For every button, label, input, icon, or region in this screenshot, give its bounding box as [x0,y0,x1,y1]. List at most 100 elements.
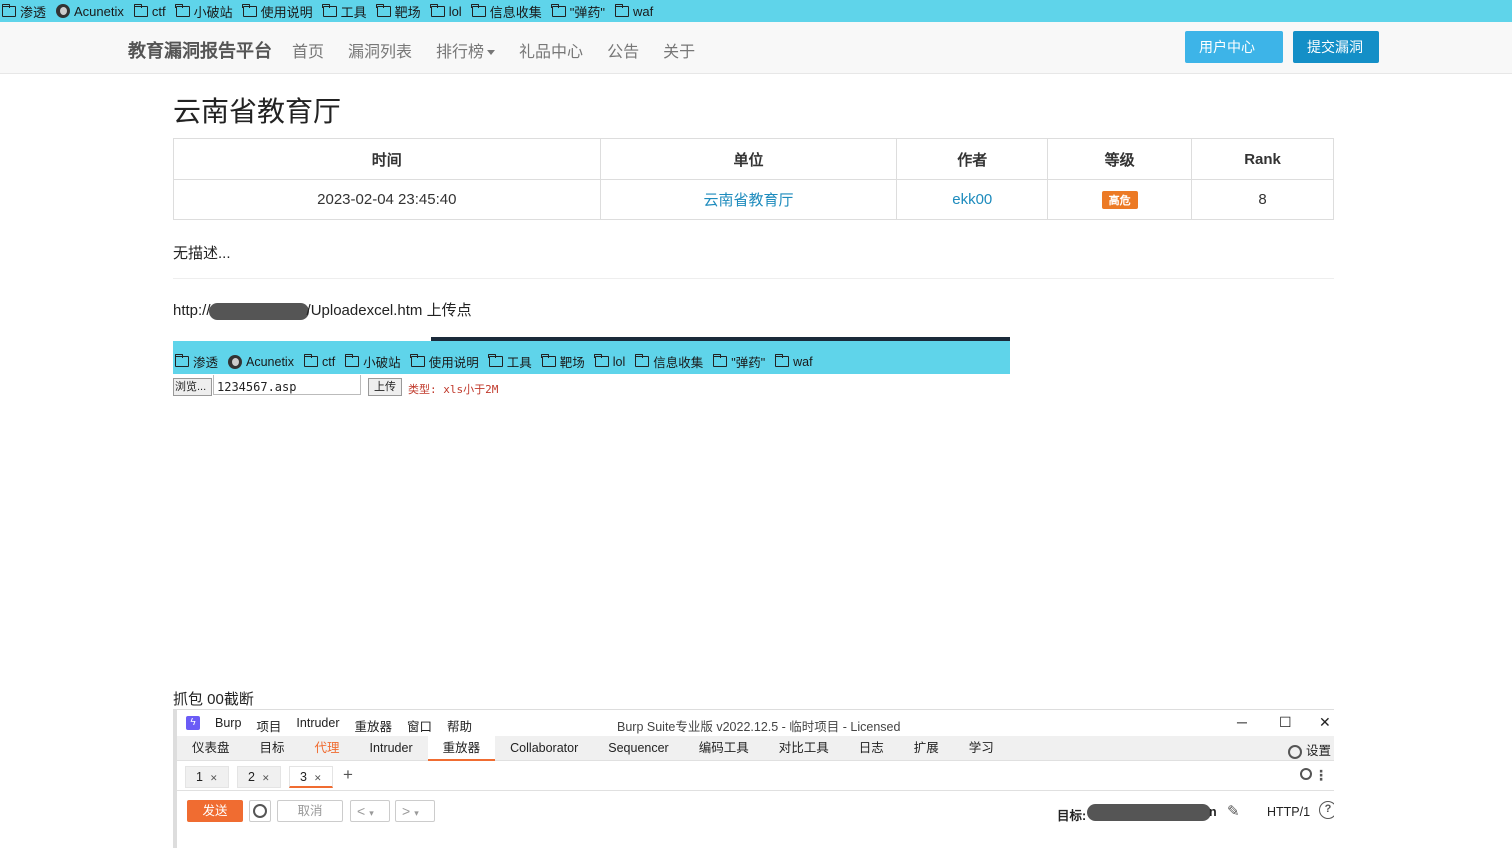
bookmark-label: 工具 [340,4,367,20]
tab-logger[interactable]: 日志 [844,736,899,761]
menu-repeater[interactable]: 重放器 [355,716,393,735]
bookmark-item[interactable]: ctf [302,354,343,369]
bookmark-item[interactable]: ctf [132,3,174,19]
repeater-tab-label: 3 [300,770,307,784]
tab-comparer[interactable]: 对比工具 [764,736,844,761]
author-link[interactable]: ekk00 [952,191,992,208]
repeater-tab-1[interactable]: 1 ✕ [185,766,229,788]
screenshot-bookmark-bar: 渗透 Acunetix ctf 小破站 使用说明 工具 靶场 lol 信息收集 "弹药" waf [173,341,1010,374]
bookmark-item[interactable]: 小破站 [343,352,409,371]
bookmark-label: 靶场 [394,4,421,20]
nav-gifts[interactable]: 礼品中心 [519,38,583,62]
bookmark-item[interactable]: Acunetix [54,4,132,19]
send-button[interactable]: 发送 [187,800,243,822]
bookmark-item[interactable]: waf [613,3,661,19]
submit-vuln-button[interactable]: 提交漏洞 [1293,31,1379,63]
menu-burp[interactable]: Burp [215,716,241,735]
folder-icon [242,3,257,17]
tab-target[interactable]: 目标 [245,736,300,761]
bookmark-item[interactable]: 信息收集 [633,352,711,371]
menu-window[interactable]: 窗口 [407,716,432,735]
bookmark-item[interactable]: 信息收集 [470,2,550,21]
bookmark-item[interactable]: 靶场 [375,2,429,21]
nav-vuln-list[interactable]: 漏洞列表 [348,38,412,62]
user-center-button[interactable]: 用户中心 [1185,31,1283,83]
unit-link[interactable]: 云南省教育厅 [703,192,793,209]
target-tail: n [1209,805,1217,819]
tab-repeater[interactable]: 重放器 [427,736,496,761]
upload-button[interactable]: 上传 [368,378,402,396]
tab-decoder[interactable]: 编码工具 [684,736,764,761]
report-info-table: 时间 单位 作者 等级 Rank 2023-02-04 23:45:40 云南省… [173,138,1334,220]
bookmark-item[interactable]: 使用说明 [409,352,487,371]
folder-icon [430,3,445,17]
tab-extensions[interactable]: 扩展 [899,736,954,761]
folder-icon [614,3,629,17]
cell-author: ekk00 [896,179,1049,220]
close-icon[interactable]: ✕ [262,773,270,783]
bookmark-item[interactable]: 使用说明 [241,2,321,21]
close-icon[interactable]: ✕ [1319,714,1331,731]
bookmark-item[interactable]: 工具 [321,2,375,21]
folder-icon [175,3,190,17]
bookmark-label: "弹药" [569,4,605,20]
tab-proxy[interactable]: 代理 [300,736,355,761]
bookmark-item[interactable]: 小破站 [174,2,241,21]
add-tab-icon[interactable]: + [343,765,353,785]
menu-intruder[interactable]: Intruder [296,716,339,735]
bookmark-label: lol [612,354,626,369]
menu-project[interactable]: 项目 [256,716,281,735]
bookmark-item[interactable]: 工具 [487,352,540,371]
col-level: 等级 [1047,138,1193,180]
more-options-icon[interactable]: ⋮ [1314,767,1328,784]
vuln-url-text: http:// /Uploadexcel.htm 上传点 [173,299,472,320]
bookmark-item[interactable]: "弹药" [711,352,773,371]
nav-ranking[interactable]: 排行榜 [436,38,496,62]
bookmark-item[interactable]: 靶场 [540,352,593,371]
nav-about[interactable]: 关于 [663,38,695,62]
redacted-target [1087,804,1211,821]
tab-sequencer[interactable]: Sequencer [593,736,683,761]
tab-intruder[interactable]: Intruder [355,736,428,761]
col-author: 作者 [896,138,1049,180]
edit-target-icon[interactable]: ✎ [1227,802,1240,820]
bookmark-label: 渗透 [193,356,219,370]
col-time: 时间 [173,138,601,180]
bookmark-item[interactable]: waf [773,354,820,369]
minimize-icon[interactable]: ─ [1237,714,1247,730]
http-version[interactable]: HTTP/1 [1267,805,1310,819]
bookmark-item[interactable]: lol [429,3,470,19]
bookmark-label: Acunetix [74,3,124,19]
close-icon[interactable]: ✕ [314,773,322,783]
send-config-button[interactable] [249,800,271,822]
nav-home[interactable]: 首页 [292,38,324,62]
bookmark-item[interactable]: 渗透 [173,352,226,371]
bookmark-label: lol [448,3,462,19]
repeater-tab-3[interactable]: 3 ✕ [289,766,333,788]
history-forward-button[interactable]: > ▾ [395,800,435,822]
tab-dashboard[interactable]: 仪表盘 [177,736,245,761]
file-name-field[interactable]: 1234567.asp [213,375,361,395]
maximize-icon[interactable]: ☐ [1279,714,1292,731]
history-back-button[interactable]: < ▾ [350,800,390,822]
tab-learn[interactable]: 学习 [954,736,1009,761]
bookmark-item[interactable]: Acunetix [226,354,302,369]
help-icon[interactable]: ? [1319,801,1334,819]
chevron-down-icon [487,50,496,56]
bookmark-item[interactable]: 渗透 [0,2,54,21]
folder-icon [712,354,728,367]
repeater-tab-2[interactable]: 2 ✕ [237,766,281,788]
search-icon[interactable] [1300,768,1312,780]
browse-button[interactable]: 浏览... [173,378,212,396]
site-brand[interactable]: 教育漏洞报告平台 [128,37,272,63]
tab-collaborator[interactable]: Collaborator [495,736,593,761]
cancel-button[interactable]: 取消 [277,800,343,822]
col-rank: Rank [1191,138,1334,180]
bookmark-item[interactable]: "弹药" [550,2,613,21]
close-icon[interactable]: ✕ [210,773,218,783]
bookmark-item[interactable]: lol [593,354,634,369]
folder-icon [303,354,318,367]
nav-notice[interactable]: 公告 [607,38,639,62]
menu-help[interactable]: 帮助 [447,716,472,735]
settings-button[interactable]: 设置 [1287,740,1331,759]
